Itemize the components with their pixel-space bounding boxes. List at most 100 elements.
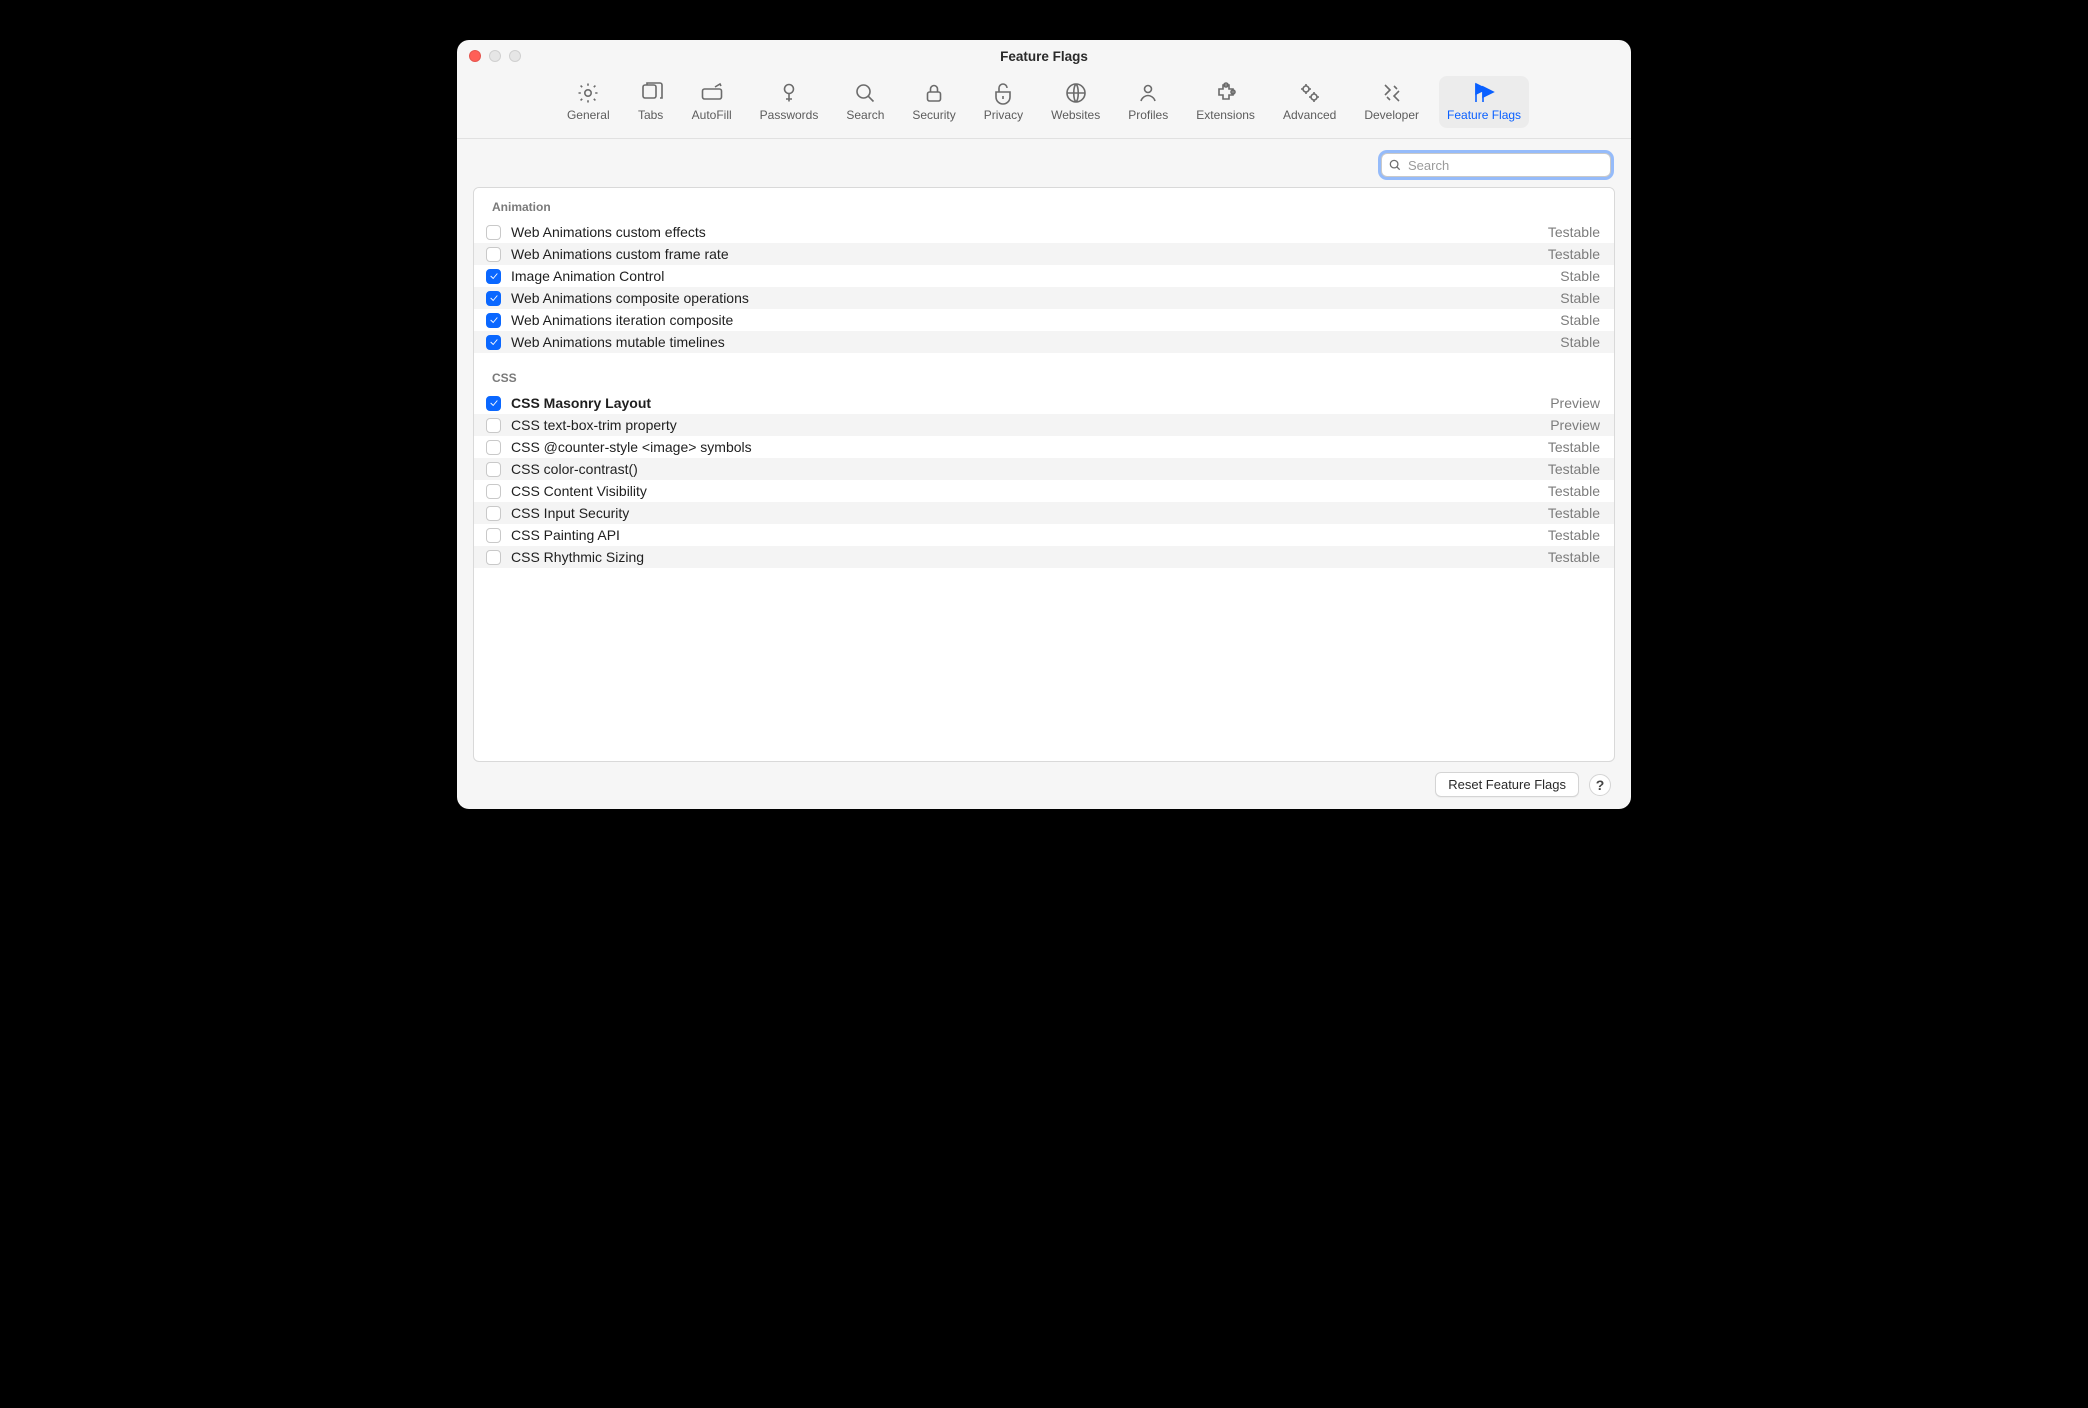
autofill-icon	[699, 80, 725, 106]
flag-status: Testable	[1548, 461, 1600, 477]
search-icon	[852, 80, 878, 106]
flag-checkbox[interactable]	[486, 225, 501, 240]
tab-feature-flags[interactable]: Feature Flags	[1439, 76, 1529, 128]
zoom-window-button[interactable]	[509, 50, 521, 62]
flag-status: Testable	[1548, 224, 1600, 240]
flag-row: CSS Masonry Layout Preview	[474, 392, 1614, 414]
privacy-icon	[990, 80, 1016, 106]
flag-status: Testable	[1548, 246, 1600, 262]
flag-status: Stable	[1560, 268, 1600, 284]
flag-status: Testable	[1548, 527, 1600, 543]
close-window-button[interactable]	[469, 50, 481, 62]
advanced-icon	[1297, 80, 1323, 106]
tab-passwords[interactable]: Passwords	[752, 76, 827, 128]
flag-checkbox[interactable]	[486, 396, 501, 411]
tab-label: Websites	[1051, 108, 1100, 122]
section-header: CSS	[474, 353, 1614, 392]
tab-label: Privacy	[984, 108, 1023, 122]
flag-status: Preview	[1550, 417, 1600, 433]
flag-checkbox[interactable]	[486, 269, 501, 284]
flag-status: Stable	[1560, 334, 1600, 350]
tab-websites[interactable]: Websites	[1043, 76, 1108, 128]
flag-label: Web Animations mutable timelines	[511, 334, 1550, 350]
reset-feature-flags-button[interactable]: Reset Feature Flags	[1435, 772, 1579, 797]
flags-panel: Animation Web Animations custom effects Te…	[473, 187, 1615, 762]
flag-row: CSS Painting API Testable	[474, 524, 1614, 546]
search-field[interactable]	[1381, 153, 1611, 177]
flag-status: Stable	[1560, 290, 1600, 306]
tab-security[interactable]: Security	[904, 76, 963, 128]
passwords-icon	[776, 80, 802, 106]
flag-checkbox[interactable]	[486, 313, 501, 328]
search-row	[473, 139, 1615, 187]
tab-label: Security	[912, 108, 955, 122]
flag-label: CSS Painting API	[511, 527, 1538, 543]
flags-list[interactable]: Animation Web Animations custom effects Te…	[474, 188, 1614, 761]
tab-advanced[interactable]: Advanced	[1275, 76, 1344, 128]
tab-profiles[interactable]: Profiles	[1120, 76, 1176, 128]
tab-privacy[interactable]: Privacy	[976, 76, 1031, 128]
tab-label: Tabs	[638, 108, 663, 122]
websites-icon	[1063, 80, 1089, 106]
tab-tabs[interactable]: Tabs	[630, 76, 672, 128]
flag-label: Image Animation Control	[511, 268, 1550, 284]
flag-label: Web Animations iteration composite	[511, 312, 1550, 328]
flag-label: CSS Content Visibility	[511, 483, 1538, 499]
tab-label: Profiles	[1128, 108, 1168, 122]
flag-row: CSS Input SecurityTestable	[474, 502, 1614, 524]
flag-label: CSS color-contrast()	[511, 461, 1538, 477]
window-title: Feature Flags	[457, 49, 1631, 64]
flag-status: Preview	[1550, 395, 1600, 411]
search-icon	[1388, 158, 1402, 172]
flag-row: Image Animation Control Stable	[474, 265, 1614, 287]
tab-general[interactable]: General	[559, 76, 618, 128]
flag-label: Web Animations custom frame rate	[511, 246, 1538, 262]
tabs-icon	[638, 80, 664, 106]
tab-label: Developer	[1364, 108, 1419, 122]
flag-checkbox[interactable]	[486, 247, 501, 262]
tab-developer[interactable]: Developer	[1356, 76, 1427, 128]
flag-checkbox[interactable]	[486, 528, 501, 543]
tab-label: Search	[846, 108, 884, 122]
general-icon	[575, 80, 601, 106]
help-button[interactable]: ?	[1589, 774, 1611, 796]
flag-checkbox[interactable]	[486, 440, 501, 455]
titlebar: Feature Flags	[457, 40, 1631, 72]
tab-label: Passwords	[760, 108, 819, 122]
flag-checkbox[interactable]	[486, 550, 501, 565]
flag-label: Web Animations custom effects	[511, 224, 1538, 240]
content-body: Animation Web Animations custom effects Te…	[457, 139, 1631, 809]
flag-checkbox[interactable]	[486, 418, 501, 433]
minimize-window-button[interactable]	[489, 50, 501, 62]
tab-label: Feature Flags	[1447, 108, 1521, 122]
profiles-icon	[1135, 80, 1161, 106]
flag-label: CSS Rhythmic Sizing	[511, 549, 1538, 565]
flag-checkbox[interactable]	[486, 506, 501, 521]
feature-flags-icon	[1471, 80, 1497, 106]
flag-checkbox[interactable]	[486, 484, 501, 499]
flag-row: CSS color-contrast() Testable	[474, 458, 1614, 480]
developer-icon	[1379, 80, 1405, 106]
flag-checkbox[interactable]	[486, 291, 501, 306]
footer: Reset Feature Flags ?	[473, 762, 1615, 797]
search-input[interactable]	[1408, 158, 1604, 173]
flag-checkbox[interactable]	[486, 462, 501, 477]
traffic-lights	[469, 50, 521, 62]
preferences-toolbar: General Tabs AutoFill Passwords Search Securi…	[457, 72, 1631, 139]
flag-status: Testable	[1548, 439, 1600, 455]
flag-status: Stable	[1560, 312, 1600, 328]
preferences-window: Feature Flags General Tabs AutoFill Passwor…	[457, 40, 1631, 809]
tab-label: Advanced	[1283, 108, 1336, 122]
flag-row: Web Animations iteration composite Stable	[474, 309, 1614, 331]
flag-status: Testable	[1548, 549, 1600, 565]
flag-label: CSS Input Security	[511, 505, 1538, 521]
tab-search[interactable]: Search	[838, 76, 892, 128]
flag-status: Testable	[1548, 483, 1600, 499]
flag-row: CSS text-box-trim propertyPreview	[474, 414, 1614, 436]
section-header: Animation	[474, 188, 1614, 221]
flag-label: CSS Masonry Layout	[511, 395, 1540, 411]
tab-autofill[interactable]: AutoFill	[684, 76, 740, 128]
flag-row: CSS @counter-style <image> symbolsTestab…	[474, 436, 1614, 458]
tab-extensions[interactable]: Extensions	[1188, 76, 1263, 128]
flag-checkbox[interactable]	[486, 335, 501, 350]
